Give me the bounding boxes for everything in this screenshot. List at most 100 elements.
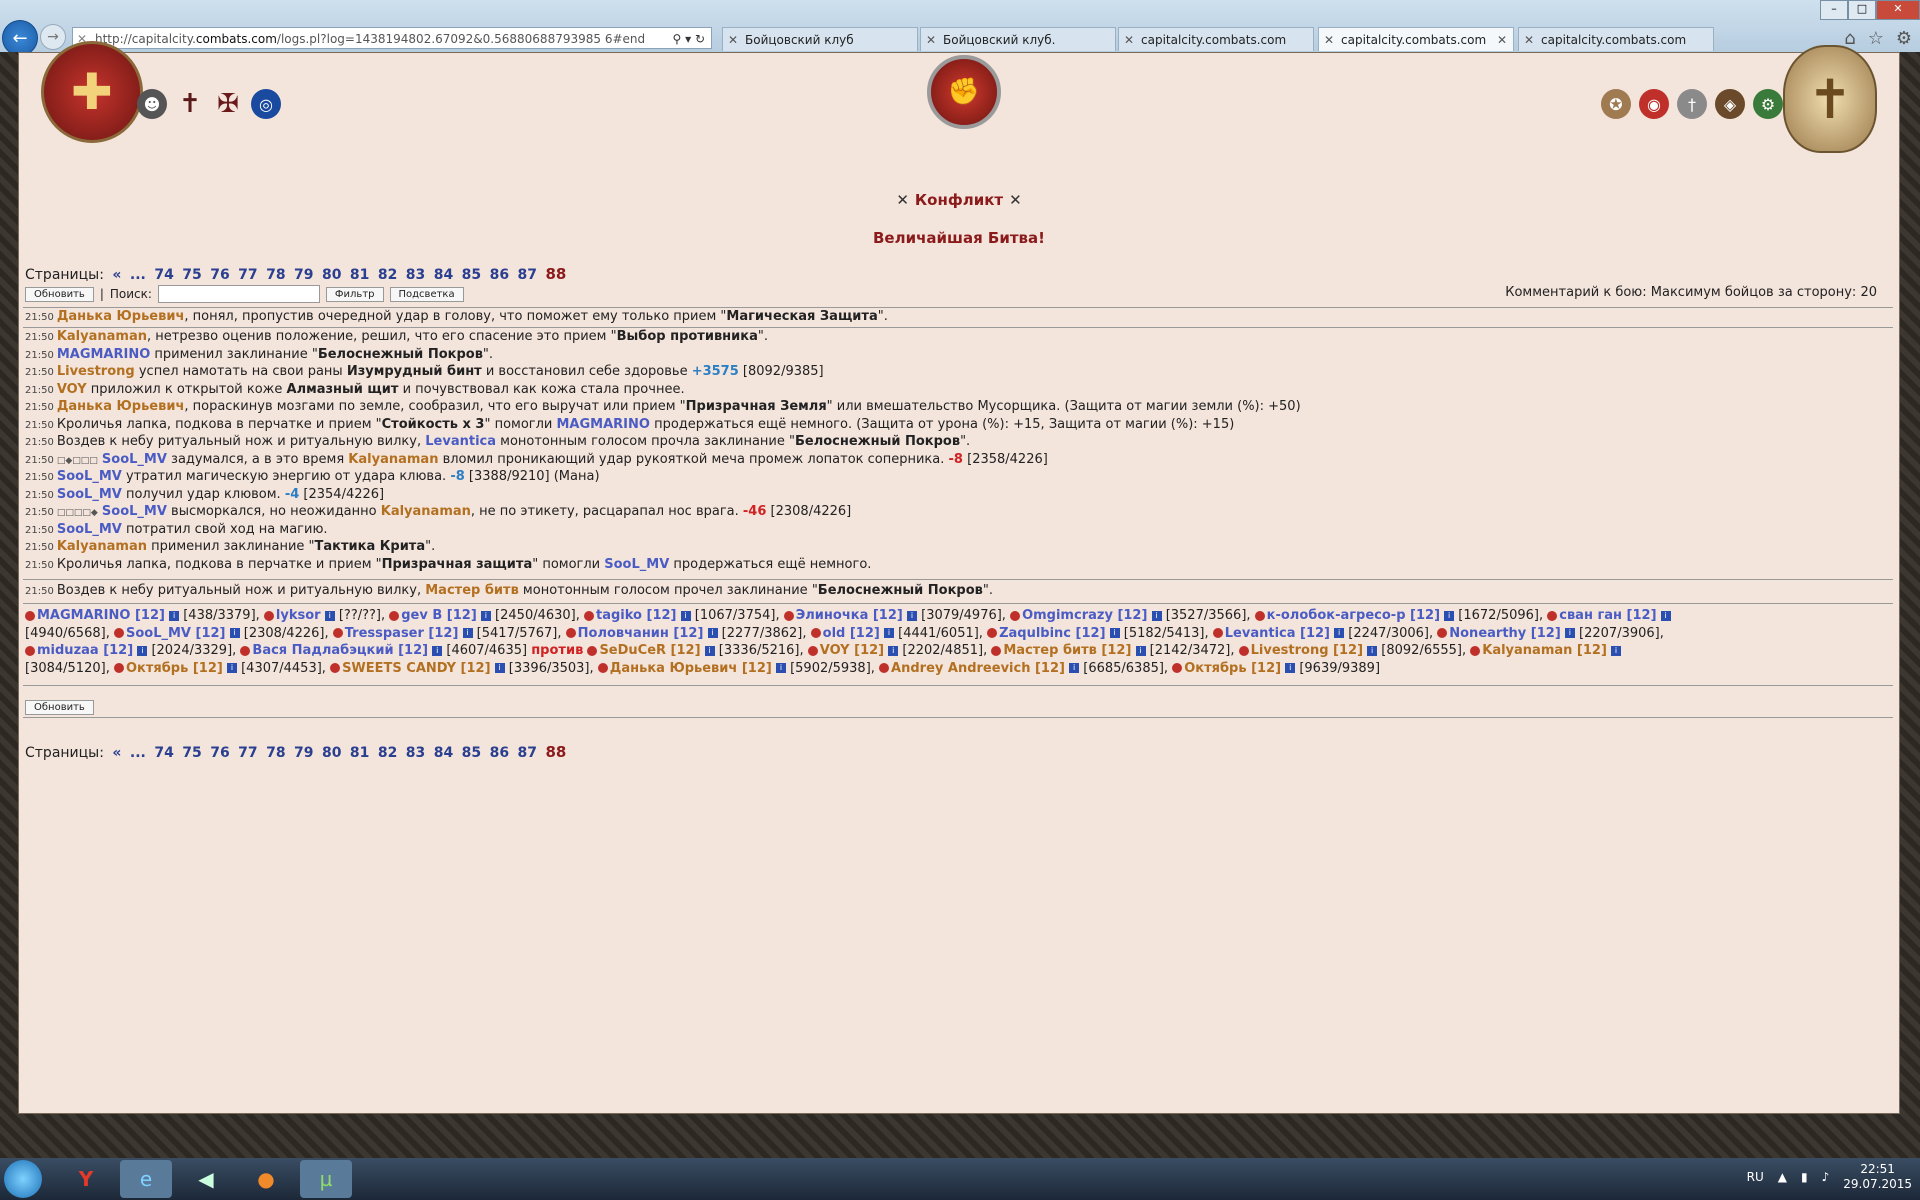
roster-player-name[interactable]: gev B [12] [401, 608, 477, 623]
ring-icon[interactable]: ◉ [1639, 89, 1669, 119]
favorites-icon[interactable]: ☆ [1868, 28, 1884, 49]
roster-player-name[interactable]: к-олобок-агресо-р [12] [1267, 608, 1440, 623]
player-name[interactable]: SooL_MV [57, 487, 122, 502]
page-link[interactable]: 81 [350, 745, 369, 761]
page-link[interactable]: 84 [434, 267, 453, 283]
info-icon[interactable]: i [226, 663, 237, 673]
info-icon[interactable]: i [1285, 663, 1296, 673]
maximize-button[interactable]: □ [1848, 0, 1876, 20]
page-link[interactable]: 82 [378, 745, 397, 761]
player-name[interactable]: Kalyanaman [348, 452, 438, 467]
media-icon[interactable]: ◀ [180, 1160, 232, 1198]
language-indicator[interactable]: RU [1747, 1170, 1764, 1184]
page-link[interactable]: 78 [266, 745, 285, 761]
player-name[interactable]: Данька Юрьевич [57, 309, 185, 324]
tab-1[interactable]: ✕ Бойцовский клуб [722, 27, 918, 51]
info-icon[interactable]: i [1334, 628, 1345, 638]
roster-player-name[interactable]: Элиночка [12] [796, 608, 903, 623]
page-link[interactable]: 87 [518, 267, 537, 283]
clock[interactable]: 22:51 29.07.2015 [1843, 1162, 1912, 1192]
page-prev-link[interactable]: « [112, 745, 121, 761]
network-icon[interactable]: ▮ [1801, 1170, 1808, 1184]
tab-close-icon[interactable]: ✕ [1497, 28, 1507, 51]
info-icon[interactable]: i [704, 645, 715, 656]
roster-player-name[interactable]: Zaqulbinc [12] [999, 626, 1105, 641]
page-link[interactable]: 79 [294, 745, 313, 761]
roster-player-name[interactable]: Данька Юрьевич [12] [610, 661, 772, 676]
roster-player-name[interactable]: SeDuCeR [12] [599, 643, 700, 658]
iron-cross-icon[interactable]: ✠ [213, 89, 243, 119]
page-link[interactable]: 74 [154, 745, 173, 761]
medal-icon[interactable]: ✪ [1601, 89, 1631, 119]
info-icon[interactable]: i [888, 645, 899, 656]
info-icon[interactable]: i [494, 663, 505, 673]
roster-player-name[interactable]: Andrey Andreevich [12] [891, 661, 1065, 676]
info-icon[interactable]: i [883, 628, 894, 638]
info-icon[interactable]: i [906, 610, 917, 621]
start-button[interactable] [4, 1160, 42, 1198]
roster-player-name[interactable]: SWEETS CANDY [12] [342, 661, 490, 676]
player-name[interactable]: Levantica [425, 434, 496, 449]
roster-player-name[interactable]: old [12] [823, 626, 880, 641]
refresh-button[interactable]: Обновить [25, 286, 94, 302]
info-icon[interactable]: i [1611, 645, 1622, 656]
player-name[interactable]: Kalyanaman [57, 539, 147, 554]
tray-arrow-icon[interactable]: ▲ [1778, 1170, 1787, 1184]
player-name[interactable]: SooL_MV [102, 504, 167, 519]
roster-player-name[interactable]: SooL_MV [12] [126, 626, 226, 641]
tab-5[interactable]: ✕ capitalcity.combats.com [1518, 27, 1714, 51]
address-tools-icon[interactable]: ⚲ ▾ ↻ [673, 28, 706, 48]
search-input[interactable] [157, 285, 320, 303]
swirl-icon[interactable]: ◎ [251, 89, 281, 119]
roster-player-name[interactable]: lyksor [276, 608, 321, 623]
page-link[interactable]: 85 [462, 267, 481, 283]
info-icon[interactable]: i [1151, 610, 1162, 621]
roster-player-name[interactable]: Livestrong [12] [1251, 643, 1363, 658]
helmet-icon[interactable]: ☻ [137, 89, 167, 119]
roster-player-name[interactable]: Tresspaser [12] [345, 626, 459, 641]
roster-player-name[interactable]: tagiko [12] [596, 608, 676, 623]
tab-3[interactable]: ✕ capitalcity.combats.com [1118, 27, 1314, 51]
volume-icon[interactable]: ♪ [1822, 1170, 1830, 1184]
page-link[interactable]: 83 [406, 267, 425, 283]
info-icon[interactable]: i [137, 645, 148, 656]
forward-button[interactable]: → [40, 24, 66, 50]
info-icon[interactable]: i [707, 628, 718, 638]
info-icon[interactable]: i [1444, 610, 1455, 621]
info-icon[interactable]: i [432, 645, 443, 656]
info-icon[interactable]: i [1367, 645, 1378, 656]
filter-button[interactable]: Фильтр [325, 286, 384, 302]
info-icon[interactable]: i [680, 610, 691, 621]
page-prev-link[interactable]: « [112, 267, 121, 283]
player-name[interactable]: VOY [57, 382, 87, 397]
utorrent-icon[interactable]: µ [300, 1160, 352, 1198]
page-link[interactable]: 79 [294, 267, 313, 283]
info-icon[interactable]: i [1109, 628, 1120, 638]
player-name[interactable]: Kalyanaman [57, 329, 147, 344]
highlight-button[interactable]: Подсветка [389, 286, 464, 302]
roster-player-name[interactable]: Levantica [12] [1225, 626, 1330, 641]
page-link[interactable]: 75 [182, 745, 201, 761]
info-icon[interactable]: i [480, 610, 491, 621]
page-link[interactable]: 75 [182, 267, 201, 283]
player-name[interactable]: Kalyanaman [381, 504, 471, 519]
page-link[interactable]: 84 [434, 745, 453, 761]
info-icon[interactable]: i [775, 663, 786, 673]
info-icon[interactable]: i [462, 628, 473, 638]
roster-player-name[interactable]: miduzaa [12] [37, 643, 133, 658]
back-button[interactable]: ← [2, 20, 38, 56]
info-icon[interactable]: i [1564, 628, 1575, 638]
player-name[interactable]: Livestrong [57, 364, 135, 379]
player-name[interactable]: MAGMARINO [557, 417, 650, 432]
shield-icon[interactable]: ◈ [1715, 89, 1745, 119]
tab-4-active[interactable]: ✕ capitalcity.combats.com ✕ [1318, 27, 1514, 51]
player-name[interactable]: SooL_MV [102, 452, 167, 467]
page-link[interactable]: 85 [462, 745, 481, 761]
roster-player-name[interactable]: Половчанин [12] [578, 626, 704, 641]
player-name[interactable]: Данька Юрьевич [57, 399, 185, 414]
page-link[interactable]: 82 [378, 267, 397, 283]
yandex-icon[interactable]: Y [60, 1160, 112, 1198]
settings-gear-icon[interactable]: ⚙ [1896, 28, 1912, 49]
roster-player-name[interactable]: Kalyanaman [12] [1482, 643, 1607, 658]
info-icon[interactable]: i [1135, 645, 1146, 656]
